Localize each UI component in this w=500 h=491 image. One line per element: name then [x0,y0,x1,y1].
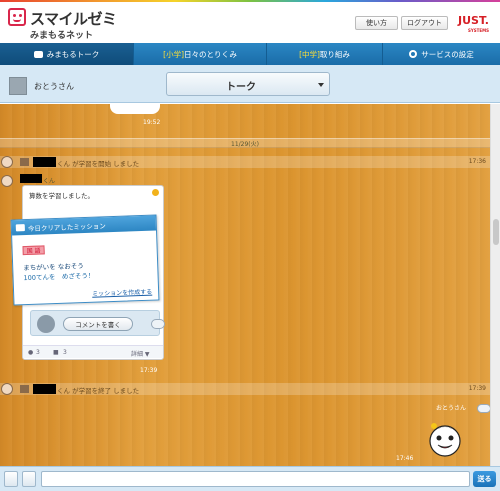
brand-sub: SYSTEMS [467,28,489,33]
like-count: 3 [36,349,40,356]
tab-service-settings[interactable]: サービスの設定 [383,43,500,65]
user-avatar-icon [9,77,27,95]
user-name: おとうさん [34,82,74,91]
logo-title[interactable]: スマイルゼミ [30,8,117,29]
check-icon [20,158,29,166]
like-icon[interactable]: ● [28,349,33,356]
comment-icon[interactable]: ■ [53,349,59,356]
child-avatar-icon [1,175,13,187]
stamp-toggle[interactable] [151,319,165,329]
send-button[interactable]: 送る [473,471,496,487]
date-divider: 11/29(火) [0,138,490,148]
child-suffix: くん [43,178,56,185]
tab-junior-high[interactable]: [中学] 取り組み [267,43,383,65]
redacted-name [20,174,42,183]
study-end-row: くん が学習を終了 しました 17:39 [0,383,490,395]
card-footer: ● 3 ■ 3 詳細 ▼ [23,345,163,358]
tab-label: 日々のとりくみ [184,49,237,59]
child-avatar-icon [1,156,13,168]
comment-box: コメントを書く [30,310,165,336]
logo-subtitle: みまもるネット [30,31,94,41]
character-stamp-icon [429,423,461,457]
start-text: くん が学習を開始 しました [57,160,140,168]
talk-bar: おとうさん トーク [0,65,500,103]
detail-toggle[interactable]: 詳細 ▼ [131,349,150,358]
comment-count: 3 [63,349,67,356]
gear-icon [409,50,418,58]
subject-tag: 国 語 [22,245,45,256]
mission-header: 今日クリアしたミッション [11,215,157,236]
study-start-row: くん が学習を開始 しました 17:36 [0,156,490,168]
dropdown-arrow-icon [318,83,324,87]
tab-daily-elementary[interactable]: [小学] 日々のとりくみ [134,43,267,65]
scrollbar[interactable] [490,104,500,466]
write-comment-button[interactable]: コメントを書く [63,317,133,331]
parent-avatar-icon [37,315,55,333]
logout-button[interactable]: ログアウト [401,16,448,30]
main-nav: みまもるトーク [小学] 日々のとりくみ [中学] 取り組み サービスの設定 [0,43,500,65]
create-mission-link[interactable]: ミッションを作成する [92,287,152,298]
prev-time: 19:52 [143,119,161,126]
end-time: 17:39 [468,385,486,392]
scrollbar-thumb[interactable] [493,219,499,245]
mission-line-2: 100てんを めざそう！ [23,271,95,283]
header: スマイルゼミ みまもるネット 使い方 ログアウト JUST. SYSTEMS [0,2,500,43]
timeline-area[interactable]: 19:52 11/29(火) くん が学習を開始 しました 17:36 くん 算… [0,104,490,466]
study-message: 算数を学習しました。 [29,192,94,200]
my-name: おとうさん [436,405,467,412]
play-icon [20,385,29,393]
redacted-name [33,157,56,167]
start-time: 17:36 [468,158,486,165]
book-icon [15,224,25,232]
tab-label: みまもるトーク [46,49,100,59]
my-time: 17:46 [396,455,414,462]
tab-prefix: [中学] [299,49,320,59]
camera-icon[interactable] [4,471,18,487]
previous-message-bubble [110,104,160,114]
message-input[interactable] [41,471,470,487]
mission-card: 今日クリアしたミッション 国 語 まちがいを なおそう 100てんを めざそう！… [10,214,160,306]
usage-button[interactable]: 使い方 [355,16,398,30]
tab-mimamoru-talk[interactable]: みまもるトーク [0,43,134,65]
mission-title: 今日クリアしたミッション [27,221,106,233]
child-avatar-icon [1,383,13,395]
pen-icon[interactable] [22,471,36,487]
talk-mode-label: トーク [226,81,256,93]
card-time: 17:39 [140,367,158,374]
smile-logo-icon [8,8,26,26]
redacted-name [33,384,56,394]
talk-mode-select[interactable]: トーク [166,72,330,96]
stamp-toggle[interactable] [477,404,490,413]
end-text: くん が学習を終了 しました [57,387,140,395]
tab-prefix: [小学] [163,49,185,59]
composer-bar: 送る [0,466,500,491]
tab-label: 取り組み [319,49,350,59]
tab-label: サービスの設定 [421,49,474,59]
star-badge-icon [152,189,159,196]
chat-icon [33,50,43,58]
just-systems-logo: JUST. SYSTEMS [458,15,489,36]
